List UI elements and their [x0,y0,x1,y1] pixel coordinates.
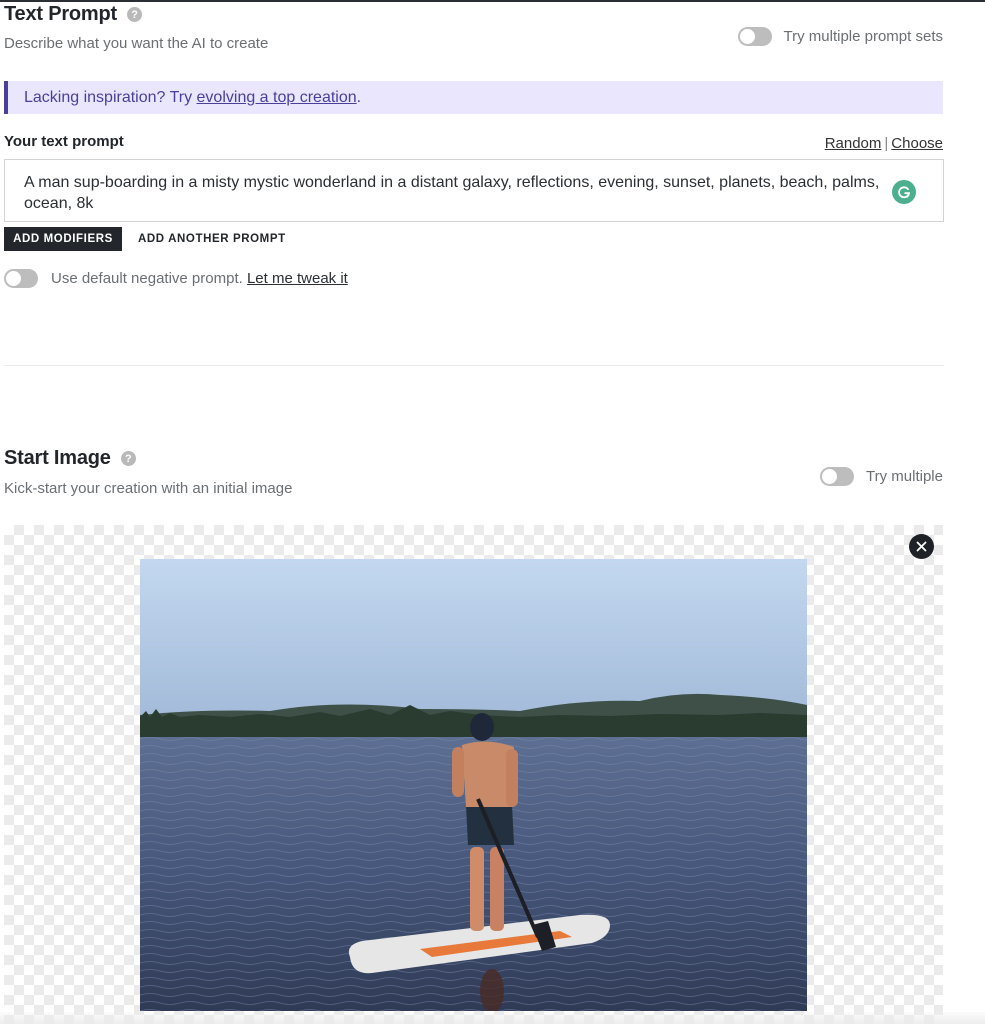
text-prompt-input[interactable]: A man sup-boarding in a misty mystic won… [4,159,944,222]
bottom-fade [0,1012,985,1024]
choose-prompt-link[interactable]: Choose [891,135,943,152]
prompt-helpers: Random | Choose [825,135,943,152]
top-border [0,0,985,2]
text-prompt-value: A man sup-boarding in a misty mystic won… [24,174,880,212]
text-prompt-heading: Text Prompt ? [4,3,142,26]
remove-image-button[interactable] [909,534,934,559]
person-right-leg [490,847,504,931]
question-circle-icon[interactable]: ? [120,451,136,466]
banner-prefix: Lacking inspiration? Try [24,88,197,106]
multiple-prompt-sets-toggle-row: Try multiple prompt sets [737,27,944,46]
person-left-leg [470,847,484,931]
text-prompt-subtitle: Describe what you want the AI to create [4,35,269,52]
toggle-knob [6,271,21,286]
separator: | [884,135,889,152]
add-modifiers-button[interactable]: ADD MODIFIERS [4,227,122,251]
start-image-preview [140,559,807,1011]
multiple-prompt-sets-label: Try multiple prompt sets [783,28,944,45]
prompt-field-label: Your text prompt [4,133,124,150]
section-divider [4,365,944,366]
negative-prompt-row: Use default negative prompt. Let me twea… [4,269,348,288]
evolve-top-creation-link[interactable]: evolving a top creation [197,89,357,107]
inspiration-banner: Lacking inspiration? Try evolving a top … [4,81,943,114]
start-image-dropzone[interactable] [4,525,943,1024]
random-prompt-link[interactable]: Random [825,135,882,152]
toggle-knob [739,29,755,44]
text-prompt-title: Text Prompt [4,3,117,25]
multiple-prompt-sets-toggle[interactable] [737,27,772,46]
person-left-arm [452,747,464,797]
person-right-arm [506,749,518,807]
question-circle-icon[interactable]: ? [127,7,142,22]
tweak-negative-prompt-link[interactable]: Let me tweak it [247,270,348,287]
negative-prompt-toggle[interactable] [4,269,38,288]
start-image-heading: Start Image ? [4,447,136,470]
try-multiple-label: Try multiple [866,468,943,485]
add-another-prompt-button[interactable]: ADD ANOTHER PROMPT [138,227,286,251]
start-image-subtitle: Kick-start your creation with an initial… [4,480,293,497]
try-multiple-toggle-row: Try multiple [820,467,943,486]
toggle-knob [822,469,838,484]
reflection [480,969,504,1011]
negative-prompt-label: Use default negative prompt. Let me twea… [51,270,348,287]
close-icon [916,541,927,552]
negative-prompt-text: Use default negative prompt. [51,270,247,287]
grammarly-icon[interactable] [892,180,916,204]
try-multiple-toggle[interactable] [820,467,855,486]
start-image-title: Start Image [4,447,111,469]
banner-suffix: . [356,88,362,106]
person-head [470,713,494,741]
